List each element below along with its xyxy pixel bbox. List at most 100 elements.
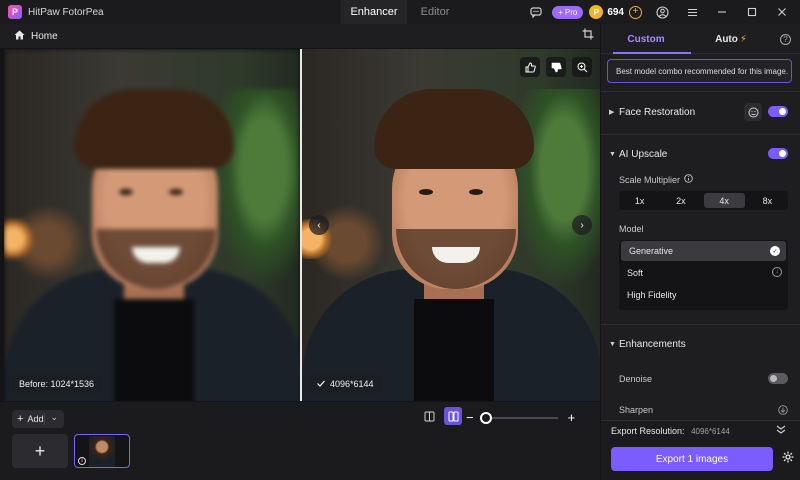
add-button[interactable]: + Add ⌄ (12, 410, 64, 428)
scale-option-4x[interactable]: 4x (703, 193, 745, 208)
zoom-in-icon[interactable] (572, 57, 592, 77)
section-divider (601, 91, 800, 92)
zoom-slider[interactable] (479, 411, 558, 424)
coin-count: 694 (607, 6, 624, 18)
ai-upscale-toggle[interactable] (768, 148, 788, 159)
close-icon[interactable] (774, 4, 790, 20)
home-icon[interactable] (14, 30, 25, 43)
after-resolution-text: 4096*6144 (330, 379, 374, 389)
crop-icon[interactable] (582, 28, 594, 43)
bottom-toolbar: + Add ⌄ − + + i (0, 402, 600, 480)
download-icon[interactable]: ↓ (772, 267, 782, 277)
face-settings-icon[interactable] (744, 103, 762, 121)
tab-enhancer[interactable]: Enhancer (341, 0, 407, 24)
maximize-icon[interactable] (744, 4, 760, 20)
download-icon[interactable] (778, 405, 788, 418)
tab-editor[interactable]: Editor (407, 0, 463, 24)
next-arrow-button[interactable]: › (572, 215, 592, 235)
model-option-label: Soft (627, 268, 644, 278)
add-separator (44, 413, 45, 425)
section-divider (601, 324, 800, 325)
title-bar: P HitPaw FotorPea Enhancer Editor + Pro … (0, 0, 800, 24)
zoom-control: − + (466, 410, 575, 425)
help-glyph: ? (780, 33, 791, 45)
home-link[interactable]: Home (31, 31, 58, 42)
chevron-down-icon[interactable]: ⌄ (50, 412, 58, 423)
info-icon[interactable] (684, 174, 693, 185)
model-option-high-fidelity[interactable]: High Fidelity (619, 284, 788, 306)
help-icon[interactable]: ? (771, 24, 800, 54)
prev-arrow-button[interactable]: ‹ (309, 215, 329, 235)
scale-multiplier-selector: 1x 2x 4x 8x (619, 191, 788, 210)
denoise-label: Denoise (619, 374, 653, 384)
scale-option-1x[interactable]: 1x (619, 191, 660, 210)
home-bar: Home (0, 24, 600, 48)
add-label: Add (27, 414, 44, 424)
caret-right-icon: ▶ (609, 109, 615, 116)
window-controls: + Pro P 694 + (528, 0, 800, 24)
view-mode-buttons (420, 407, 462, 425)
zoom-slider-handle[interactable] (479, 411, 492, 424)
chat-icon[interactable] (528, 4, 544, 20)
panel-tabs: Custom Auto ⚡ ? (601, 24, 800, 54)
user-icon[interactable] (654, 4, 670, 20)
scale-option-2x[interactable]: 2x (660, 191, 701, 210)
export-area: Export Resolution: 4096*6144 Export 1 im… (601, 420, 800, 480)
export-button[interactable]: Export 1 images (611, 447, 773, 471)
before-image: Before: 1024*1536 (4, 49, 300, 401)
image-thumbnail[interactable]: i (74, 434, 130, 468)
caret-down-icon: ▼ (609, 340, 616, 348)
export-resolution-label: Export Resolution: (611, 426, 685, 436)
scale-option-8x[interactable]: 8x (747, 191, 788, 210)
comparison-viewer: Before: 1024*1536 4096*6144 ‹ › (4, 49, 600, 401)
thumbs-down-icon[interactable] (546, 57, 566, 77)
ai-upscale-section[interactable]: ▼ AI Upscale (601, 144, 800, 164)
thumbs-up-icon[interactable] (520, 57, 540, 77)
sharpen-label: Sharpen (619, 405, 654, 415)
plus-icon: + (17, 413, 24, 425)
side-by-side-view-icon[interactable] (444, 407, 462, 425)
zoom-out-button[interactable]: − (466, 410, 474, 425)
export-resolution-value: 4096*6144 (691, 427, 730, 436)
denoise-toggle[interactable] (768, 373, 788, 384)
app-logo-icon: P (8, 5, 22, 19)
face-restoration-toggle[interactable] (768, 106, 788, 117)
denoise-row: Denoise (601, 369, 800, 389)
recommendation-banner: Best model combo recommended for this im… (607, 59, 792, 83)
tab-auto[interactable]: Auto ⚡ (691, 24, 771, 54)
coin-icon: P (589, 5, 604, 19)
tab-auto-label: Auto (715, 33, 738, 45)
tab-custom[interactable]: Custom (601, 24, 691, 54)
after-resolution-badge: 4096*6144 (310, 375, 381, 393)
enhancements-title: Enhancements (619, 338, 686, 350)
after-image: 4096*6144 (302, 49, 600, 401)
model-option-soft[interactable]: Soft ↓ (619, 262, 788, 284)
single-view-icon[interactable] (420, 407, 438, 425)
export-resolution: Export Resolution: 4096*6144 (611, 426, 730, 436)
model-option-generative[interactable]: Generative ✓ (621, 241, 786, 261)
before-resolution-badge: Before: 1024*1536 (12, 375, 102, 393)
zoom-in-button[interactable]: + (568, 410, 576, 425)
section-divider (601, 134, 800, 135)
sharpen-row: Sharpen (601, 400, 800, 420)
info-icon[interactable]: i (78, 457, 86, 465)
face-restoration-section[interactable]: ▶ Face Restoration (601, 102, 800, 122)
check-icon: ✓ (770, 246, 780, 256)
check-icon (317, 379, 325, 389)
double-chevron-down-icon[interactable] (776, 425, 786, 436)
rating-buttons (520, 57, 592, 77)
settings-panel: Custom Auto ⚡ ? Best model combo recomme… (601, 24, 800, 480)
face-restoration-title: Face Restoration (619, 106, 696, 118)
enhancements-section[interactable]: ▼ Enhancements (601, 334, 800, 354)
caret-down-icon: ▼ (609, 150, 616, 158)
pro-button[interactable]: + Pro (551, 5, 584, 19)
gear-icon[interactable] (782, 451, 794, 466)
add-coins-button[interactable]: + (629, 5, 642, 19)
model-option-label: Generative (629, 246, 674, 256)
model-list: Generative ✓ Soft ↓ High Fidelity (619, 240, 788, 310)
minimize-icon[interactable] (714, 4, 730, 20)
add-image-thumbnail[interactable]: + (12, 434, 68, 468)
scale-multiplier-label: Scale Multiplier (619, 174, 693, 185)
menu-icon[interactable] (684, 4, 700, 20)
scale-multiplier-text: Scale Multiplier (619, 174, 681, 185)
